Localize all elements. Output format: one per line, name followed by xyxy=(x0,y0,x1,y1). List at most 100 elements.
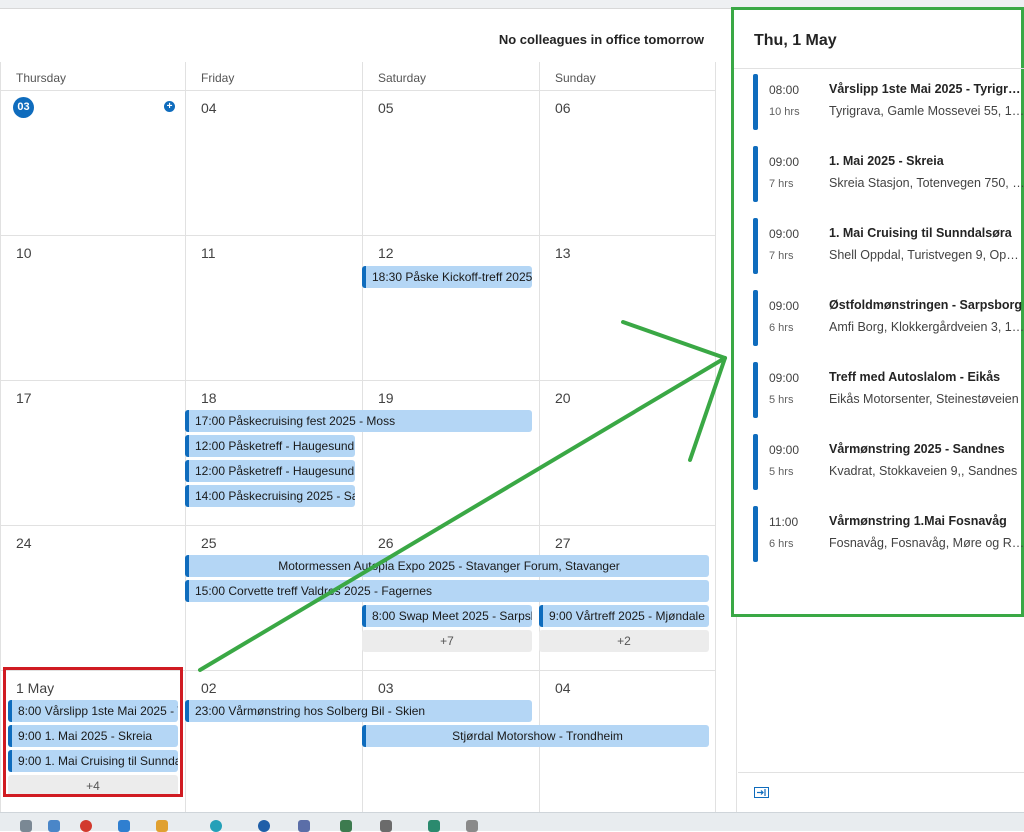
agenda-location: Tyrigrava, Gamle Mossevei 55, 1540 xyxy=(829,104,1024,118)
agenda-time: 09:00 xyxy=(769,227,800,241)
date-number: 04 xyxy=(201,100,217,116)
more-events-button[interactable]: +7 xyxy=(362,630,532,652)
day-cell[interactable]: 04 xyxy=(185,90,362,235)
taskbar xyxy=(0,812,1024,832)
date-number: 24 xyxy=(16,535,32,551)
event-color-bar xyxy=(753,146,758,202)
agenda-item[interactable]: 09:00 7 hrs 1. Mai 2025 - Skreia Skreia … xyxy=(753,146,1024,202)
office-notice: No colleagues in office tomorrow xyxy=(498,32,704,47)
agenda-title: 1. Mai Cruising til Sunndalsøra xyxy=(829,226,1012,240)
agenda-duration: 5 hrs xyxy=(769,394,794,406)
calendar-event[interactable]: 17:00 Påskecruising fest 2025 - Moss xyxy=(185,410,532,432)
more-events-button[interactable]: +2 xyxy=(539,630,709,652)
date-number: 17 xyxy=(16,390,32,406)
taskbar-app-icon[interactable] xyxy=(118,820,130,832)
date-number: 18 xyxy=(201,390,217,406)
divider xyxy=(734,68,1024,69)
agenda-title: Vårmønstring 2025 - Sandnes xyxy=(829,442,1005,456)
agenda-item[interactable]: 09:00 5 hrs Treff med Autoslalom - Eikås… xyxy=(753,362,1024,418)
header-thursday: Thursday xyxy=(0,62,185,90)
date-number: 06 xyxy=(555,100,571,116)
agenda-item[interactable]: 09:00 7 hrs 1. Mai Cruising til Sunndals… xyxy=(753,218,1024,274)
date-number: 26 xyxy=(378,535,394,551)
day-cell[interactable]: 19 xyxy=(362,380,539,525)
agenda-title: Vårmønstring 1.Mai Fosnavåg xyxy=(829,514,1007,528)
taskbar-app-icon[interactable] xyxy=(466,820,478,832)
calendar-event[interactable]: 23:00 Vårmønstring hos Solberg Bil - Ski… xyxy=(185,700,532,722)
event-color-bar xyxy=(753,434,758,490)
header-friday: Friday xyxy=(185,62,362,90)
panel-title: Thu, 1 May xyxy=(754,32,837,49)
day-cell[interactable]: 10 xyxy=(0,235,185,380)
day-cell[interactable]: 17 xyxy=(0,380,185,525)
agenda-duration: 6 hrs xyxy=(769,322,794,334)
calendar-event[interactable]: 14:00 Påskecruising 2025 - Sa xyxy=(185,485,355,507)
agenda-location: Amfi Borg, Klokkergårdveien 3, 1706 xyxy=(829,320,1024,334)
agenda-title: Vårslipp 1ste Mai 2025 - Tyrigrava xyxy=(829,82,1024,96)
taskbar-app-icon[interactable] xyxy=(298,820,310,832)
day-cell[interactable]: 02 xyxy=(185,670,362,812)
collapse-panel-icon[interactable] xyxy=(754,787,769,798)
agenda-location: Fosnavåg, Fosnavåg, Møre og Romsdal xyxy=(829,536,1024,550)
date-number: 11 xyxy=(201,245,216,261)
date-number: 10 xyxy=(16,245,32,261)
date-number: 02 xyxy=(201,680,217,696)
taskbar-app-icon[interactable] xyxy=(210,820,222,832)
agenda-duration: 5 hrs xyxy=(769,466,794,478)
taskbar-app-icon[interactable] xyxy=(380,820,392,832)
taskbar-app-icon[interactable] xyxy=(20,820,32,832)
agenda-title: Treff med Autoslalom - Eikås xyxy=(829,370,1001,384)
agenda-title: Østfoldmønstringen - Sarpsborg xyxy=(829,298,1023,312)
taskbar-app-icon[interactable] xyxy=(80,820,92,832)
divider xyxy=(738,772,1024,773)
day-cell[interactable]: 24 xyxy=(0,525,185,670)
taskbar-app-icon[interactable] xyxy=(340,820,352,832)
agenda-time: 11:00 xyxy=(769,515,799,529)
date-number: 05 xyxy=(378,100,394,116)
date-number: 27 xyxy=(555,535,571,551)
highlight-box-red xyxy=(3,667,183,797)
calendar-event[interactable]: Motormessen Autopia Expo 2025 - Stavange… xyxy=(185,555,709,577)
day-detail-panel: Thu, 1 May 08:00 10 hrs Vårslipp 1ste Ma… xyxy=(731,7,1024,617)
agenda-item[interactable]: 11:00 6 hrs Vårmønstring 1.Mai Fosnavåg … xyxy=(753,506,1024,562)
add-event-icon[interactable]: + xyxy=(164,101,175,112)
day-cell[interactable]: 05 xyxy=(362,90,539,235)
taskbar-app-icon[interactable] xyxy=(428,820,440,832)
event-color-bar xyxy=(753,362,758,418)
taskbar-app-icon[interactable] xyxy=(48,820,60,832)
agenda-duration: 7 hrs xyxy=(769,250,794,262)
taskbar-app-icon[interactable] xyxy=(156,820,168,832)
event-color-bar xyxy=(753,218,758,274)
agenda-location: Skreia Stasjon, Totenvegen 750, 2850 xyxy=(829,176,1024,190)
agenda-time: 08:00 xyxy=(769,83,800,97)
date-number: 04 xyxy=(555,680,571,696)
calendar-event[interactable]: 8:00 Swap Meet 2025 - Sarpsl xyxy=(362,605,532,627)
day-cell[interactable]: 13 xyxy=(539,235,716,380)
agenda-title: 1. Mai 2025 - Skreia xyxy=(829,154,944,168)
day-cell[interactable]: 11 xyxy=(185,235,362,380)
agenda-location: Eikås Motorsenter, Steinestøveien xyxy=(829,392,1019,406)
calendar-event[interactable]: 12:00 Påsketreff - Haugesund xyxy=(185,460,355,482)
day-cell[interactable]: 03 + xyxy=(0,90,185,235)
calendar-event[interactable]: Stjørdal Motorshow - Trondheim xyxy=(362,725,709,747)
calendar-event[interactable]: 18:30 Påske Kickoff-treff 2025 xyxy=(362,266,532,288)
calendar-event[interactable]: 15:00 Corvette treff Valdres 2025 - Fage… xyxy=(185,580,709,602)
agenda-location: Kvadrat, Stokkaveien 9,, Sandnes xyxy=(829,464,1018,478)
day-cell[interactable]: 12 xyxy=(362,235,539,380)
agenda-item[interactable]: 09:00 6 hrs Østfoldmønstringen - Sarpsbo… xyxy=(753,290,1024,346)
date-number: 03 xyxy=(378,680,394,696)
calendar-event[interactable]: 9:00 Vårtreff 2025 - Mjøndale xyxy=(539,605,709,627)
taskbar-app-icon[interactable] xyxy=(258,820,270,832)
calendar-event[interactable]: 12:00 Påsketreff - Haugesund xyxy=(185,435,355,457)
day-cell[interactable]: 06 xyxy=(539,90,716,235)
event-color-bar xyxy=(753,74,758,130)
agenda-duration: 6 hrs xyxy=(769,538,794,550)
day-cell[interactable]: 20 xyxy=(539,380,716,525)
date-number: 20 xyxy=(555,390,571,406)
panel-edge xyxy=(736,617,737,812)
header-saturday: Saturday xyxy=(362,62,539,90)
agenda-item[interactable]: 09:00 5 hrs Vårmønstring 2025 - Sandnes … xyxy=(753,434,1024,490)
event-color-bar xyxy=(753,290,758,346)
today-date: 03 xyxy=(13,97,34,118)
agenda-item[interactable]: 08:00 10 hrs Vårslipp 1ste Mai 2025 - Ty… xyxy=(753,74,1024,130)
